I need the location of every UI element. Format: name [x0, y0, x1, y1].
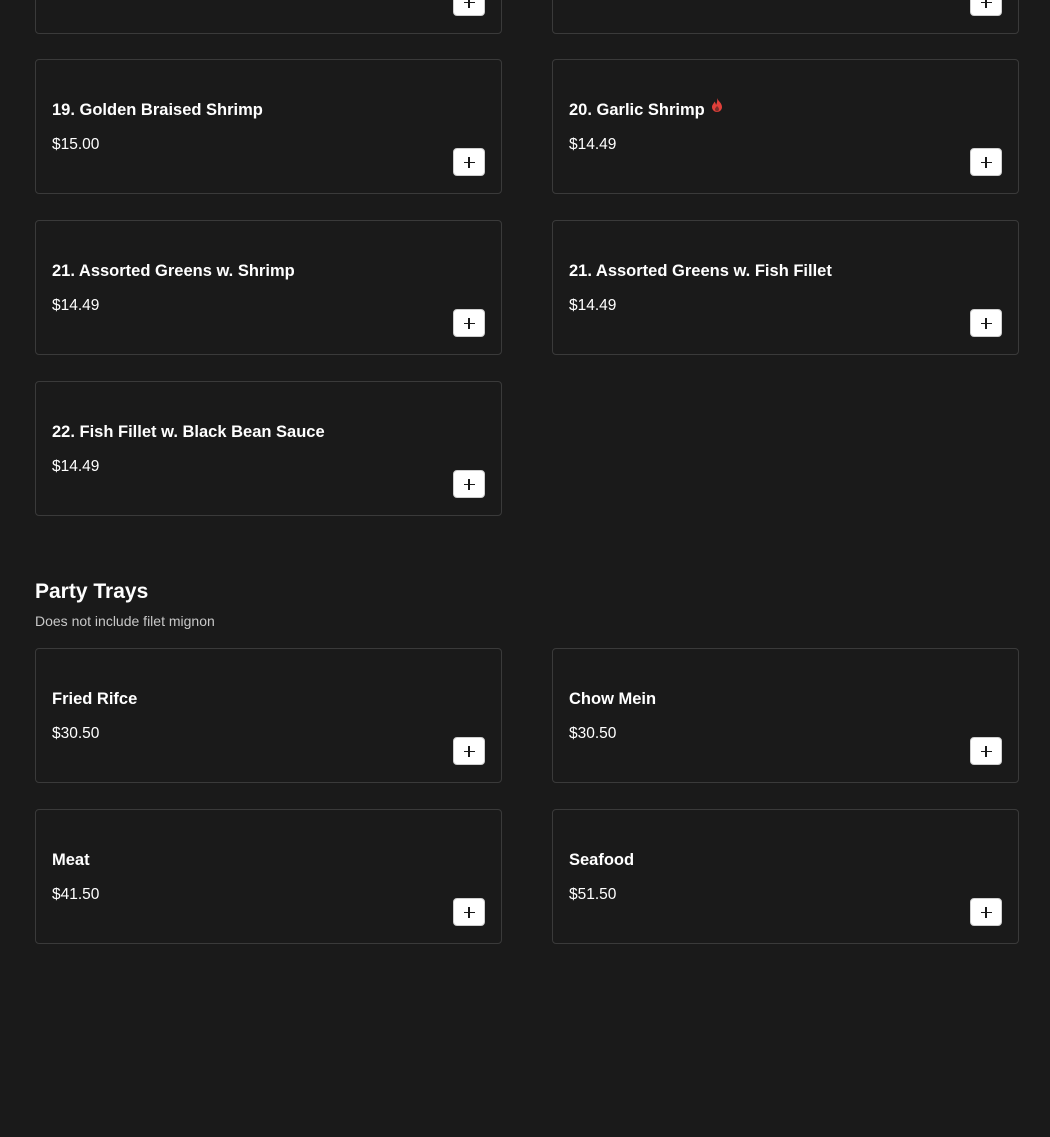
menu-item-price: $30.50	[52, 725, 100, 742]
menu-item-card[interactable]: Fried Rifce $30.50	[35, 648, 502, 783]
add-item-button[interactable]	[453, 309, 485, 337]
add-item-button[interactable]	[970, 0, 1002, 16]
menu-item-price: $14.49	[52, 297, 100, 314]
add-item-button[interactable]	[453, 898, 485, 926]
menu-item-name: Meat	[52, 851, 90, 869]
plus-icon	[463, 156, 475, 168]
plus-icon	[980, 317, 992, 329]
menu-item-card[interactable]: 21. Assorted Greens w. Fish Fillet $14.4…	[552, 220, 1019, 355]
add-item-button[interactable]	[970, 737, 1002, 765]
menu-item-name-row: 20. Garlic Shrimp	[569, 98, 723, 120]
menu-item-name: 21. Assorted Greens w. Fish Fillet	[569, 262, 832, 280]
plus-icon	[463, 317, 475, 329]
add-item-button[interactable]	[453, 148, 485, 176]
menu-item-price: $51.50	[569, 886, 617, 903]
menu-item-card[interactable]	[35, 0, 502, 34]
menu-item-name: 19. Golden Braised Shrimp	[52, 101, 263, 119]
add-item-button[interactable]	[453, 737, 485, 765]
menu-item-name: Chow Mein	[569, 690, 657, 708]
menu-item-price: $14.49	[569, 136, 617, 153]
menu-item-card[interactable]: Seafood $51.50	[552, 809, 1019, 944]
plus-icon	[980, 0, 992, 8]
menu-item-price: $14.49	[569, 297, 617, 314]
menu-page: 19. Golden Braised Shrimp $15.00 20. Gar…	[0, 0, 1050, 1137]
menu-item-price: $14.49	[52, 458, 100, 475]
add-item-button[interactable]	[970, 898, 1002, 926]
menu-item-card[interactable]: Chow Mein $30.50	[552, 648, 1019, 783]
add-item-button[interactable]	[453, 0, 485, 16]
plus-icon	[463, 906, 475, 918]
menu-item-price: $30.50	[569, 725, 617, 742]
chili-icon	[711, 98, 723, 117]
menu-item-card[interactable]: 21. Assorted Greens w. Shrimp $14.49	[35, 220, 502, 355]
menu-item-name: Fried Rifce	[52, 690, 138, 708]
menu-item-card[interactable]: Meat $41.50	[35, 809, 502, 944]
menu-item-name: 20. Garlic Shrimp	[569, 101, 705, 119]
plus-icon	[980, 906, 992, 918]
plus-icon	[463, 0, 475, 8]
menu-item-name: 21. Assorted Greens w. Shrimp	[52, 262, 295, 280]
menu-item-card[interactable]	[552, 0, 1019, 34]
plus-icon	[980, 745, 992, 757]
add-item-button[interactable]	[970, 148, 1002, 176]
section-title: Party Trays	[35, 580, 149, 603]
menu-item-name: 22. Fish Fillet w. Black Bean Sauce	[52, 423, 325, 441]
plus-icon	[463, 745, 475, 757]
menu-item-price: $41.50	[52, 886, 100, 903]
menu-item-price: $15.00	[52, 136, 100, 153]
add-item-button[interactable]	[453, 470, 485, 498]
menu-item-card[interactable]: 20. Garlic Shrimp $14.49	[552, 59, 1019, 194]
menu-item-name: Seafood	[569, 851, 635, 869]
section-subtitle: Does not include filet mignon	[35, 613, 215, 629]
plus-icon	[463, 478, 475, 490]
menu-item-card[interactable]: 22. Fish Fillet w. Black Bean Sauce $14.…	[35, 381, 502, 516]
add-item-button[interactable]	[970, 309, 1002, 337]
menu-item-card[interactable]: 19. Golden Braised Shrimp $15.00	[35, 59, 502, 194]
plus-icon	[980, 156, 992, 168]
